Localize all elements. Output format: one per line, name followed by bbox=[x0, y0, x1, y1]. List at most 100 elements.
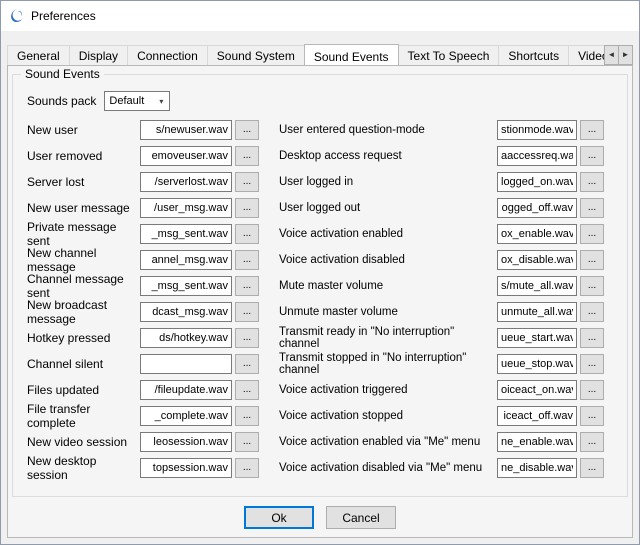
sound-event-row: Mute master volume ... bbox=[279, 273, 621, 299]
sound-event-row: New broadcast message ... bbox=[27, 299, 279, 325]
events-grid: New user ... User removed ... Server los… bbox=[27, 117, 621, 481]
sound-event-label: New user bbox=[27, 123, 140, 137]
sounds-pack-select[interactable]: Default ▾ bbox=[104, 91, 170, 111]
browse-button[interactable]: ... bbox=[235, 380, 259, 400]
ok-button[interactable]: Ok bbox=[244, 506, 314, 529]
browse-button[interactable]: ... bbox=[235, 120, 259, 140]
browse-button[interactable]: ... bbox=[580, 432, 604, 452]
browse-button[interactable]: ... bbox=[235, 198, 259, 218]
sound-file-input[interactable] bbox=[140, 302, 232, 322]
tab-sound-system[interactable]: Sound System bbox=[207, 45, 305, 65]
sound-file-input[interactable] bbox=[140, 120, 232, 140]
sound-event-row: Private message sent ... bbox=[27, 221, 279, 247]
browse-button[interactable]: ... bbox=[580, 120, 604, 140]
sound-file-input[interactable] bbox=[140, 380, 232, 400]
tab-strip: General Display Connection Sound System … bbox=[7, 43, 633, 65]
sound-file-input[interactable] bbox=[140, 276, 232, 296]
sound-file-input[interactable] bbox=[497, 120, 577, 140]
browse-button[interactable]: ... bbox=[235, 458, 259, 478]
sound-event-row: Voice activation enabled ... bbox=[279, 221, 621, 247]
browse-button[interactable]: ... bbox=[235, 432, 259, 452]
sound-file-input[interactable] bbox=[140, 172, 232, 192]
browse-button[interactable]: ... bbox=[580, 276, 604, 296]
browse-button[interactable]: ... bbox=[235, 406, 259, 426]
sound-event-label: User logged out bbox=[279, 202, 497, 214]
browse-button[interactable]: ... bbox=[580, 146, 604, 166]
sound-event-label: Hotkey pressed bbox=[27, 331, 140, 345]
browse-button[interactable]: ... bbox=[235, 146, 259, 166]
browse-button[interactable]: ... bbox=[235, 250, 259, 270]
sound-event-row: Files updated ... bbox=[27, 377, 279, 403]
sound-event-label: Transmit ready in "No interruption" chan… bbox=[279, 326, 497, 350]
sound-event-label: Private message sent bbox=[27, 220, 140, 248]
tab-scroll-left-icon[interactable]: ◄ bbox=[604, 45, 619, 65]
sounds-pack-row: Sounds pack Default ▾ bbox=[27, 89, 621, 113]
app-icon bbox=[9, 8, 25, 24]
sound-event-label: Voice activation triggered bbox=[279, 384, 497, 396]
sound-file-input[interactable] bbox=[497, 276, 577, 296]
sound-file-input[interactable] bbox=[497, 328, 577, 348]
sound-event-label: New user message bbox=[27, 201, 140, 215]
groupbox-content: Sounds pack Default ▾ New user ... User … bbox=[27, 89, 621, 492]
sound-file-input[interactable] bbox=[497, 432, 577, 452]
browse-button[interactable]: ... bbox=[235, 276, 259, 296]
tab-scroll-right-icon[interactable]: ► bbox=[618, 45, 633, 65]
browse-button[interactable]: ... bbox=[580, 354, 604, 374]
tab-shortcuts[interactable]: Shortcuts bbox=[498, 45, 569, 65]
sound-file-input[interactable] bbox=[497, 406, 577, 426]
browse-button[interactable]: ... bbox=[580, 224, 604, 244]
tab-text-to-speech[interactable]: Text To Speech bbox=[398, 45, 500, 65]
sound-event-row: Desktop access request ... bbox=[279, 143, 621, 169]
browse-button[interactable]: ... bbox=[580, 406, 604, 426]
tab-sound-events[interactable]: Sound Events bbox=[304, 44, 399, 65]
browse-button[interactable]: ... bbox=[580, 328, 604, 348]
sound-file-input[interactable] bbox=[497, 302, 577, 322]
sound-file-input[interactable] bbox=[497, 198, 577, 218]
browse-button[interactable]: ... bbox=[580, 250, 604, 270]
browse-button[interactable]: ... bbox=[235, 172, 259, 192]
browse-button[interactable]: ... bbox=[580, 172, 604, 192]
sound-file-input[interactable] bbox=[140, 198, 232, 218]
tab-display[interactable]: Display bbox=[69, 45, 128, 65]
sound-event-row: User logged in ... bbox=[279, 169, 621, 195]
sounds-pack-label: Sounds pack bbox=[27, 94, 96, 108]
sound-file-input[interactable] bbox=[140, 224, 232, 244]
sound-event-label: Mute master volume bbox=[279, 280, 497, 292]
browse-button[interactable]: ... bbox=[580, 302, 604, 322]
browse-button[interactable]: ... bbox=[235, 224, 259, 244]
sound-file-input[interactable] bbox=[140, 354, 232, 374]
sound-file-input[interactable] bbox=[497, 146, 577, 166]
sound-file-input[interactable] bbox=[140, 432, 232, 452]
sound-events-groupbox: Sound Events Sounds pack Default ▾ New u… bbox=[12, 74, 628, 497]
sound-file-input[interactable] bbox=[140, 458, 232, 478]
sound-event-row: Voice activation stopped ... bbox=[279, 403, 621, 429]
browse-button[interactable]: ... bbox=[580, 380, 604, 400]
sound-event-row: New channel message ... bbox=[27, 247, 279, 273]
sound-file-input[interactable] bbox=[497, 354, 577, 374]
browse-button[interactable]: ... bbox=[580, 198, 604, 218]
browse-button[interactable]: ... bbox=[580, 458, 604, 478]
sound-file-input[interactable] bbox=[497, 380, 577, 400]
browse-button[interactable]: ... bbox=[235, 302, 259, 322]
browse-button[interactable]: ... bbox=[235, 328, 259, 348]
sound-file-input[interactable] bbox=[497, 224, 577, 244]
sound-event-label: Voice activation disabled via "Me" menu bbox=[279, 462, 497, 474]
sound-file-input[interactable] bbox=[497, 172, 577, 192]
sound-event-label: Server lost bbox=[27, 175, 140, 189]
cancel-button[interactable]: Cancel bbox=[326, 506, 396, 529]
tab-label: Display bbox=[79, 49, 118, 63]
sound-file-input[interactable] bbox=[140, 250, 232, 270]
sound-event-label: File transfer complete bbox=[27, 402, 140, 430]
sound-event-label: Voice activation enabled via "Me" menu bbox=[279, 436, 497, 448]
sound-file-input[interactable] bbox=[140, 406, 232, 426]
browse-button[interactable]: ... bbox=[235, 354, 259, 374]
sound-event-row: Voice activation disabled ... bbox=[279, 247, 621, 273]
tab-connection[interactable]: Connection bbox=[127, 45, 208, 65]
sound-file-input[interactable] bbox=[140, 146, 232, 166]
chevron-down-icon: ▾ bbox=[153, 97, 169, 106]
sound-event-row: Transmit stopped in "No interruption" ch… bbox=[279, 351, 621, 377]
tab-general[interactable]: General bbox=[7, 45, 70, 65]
sound-file-input[interactable] bbox=[497, 458, 577, 478]
sound-file-input[interactable] bbox=[497, 250, 577, 270]
sound-file-input[interactable] bbox=[140, 328, 232, 348]
